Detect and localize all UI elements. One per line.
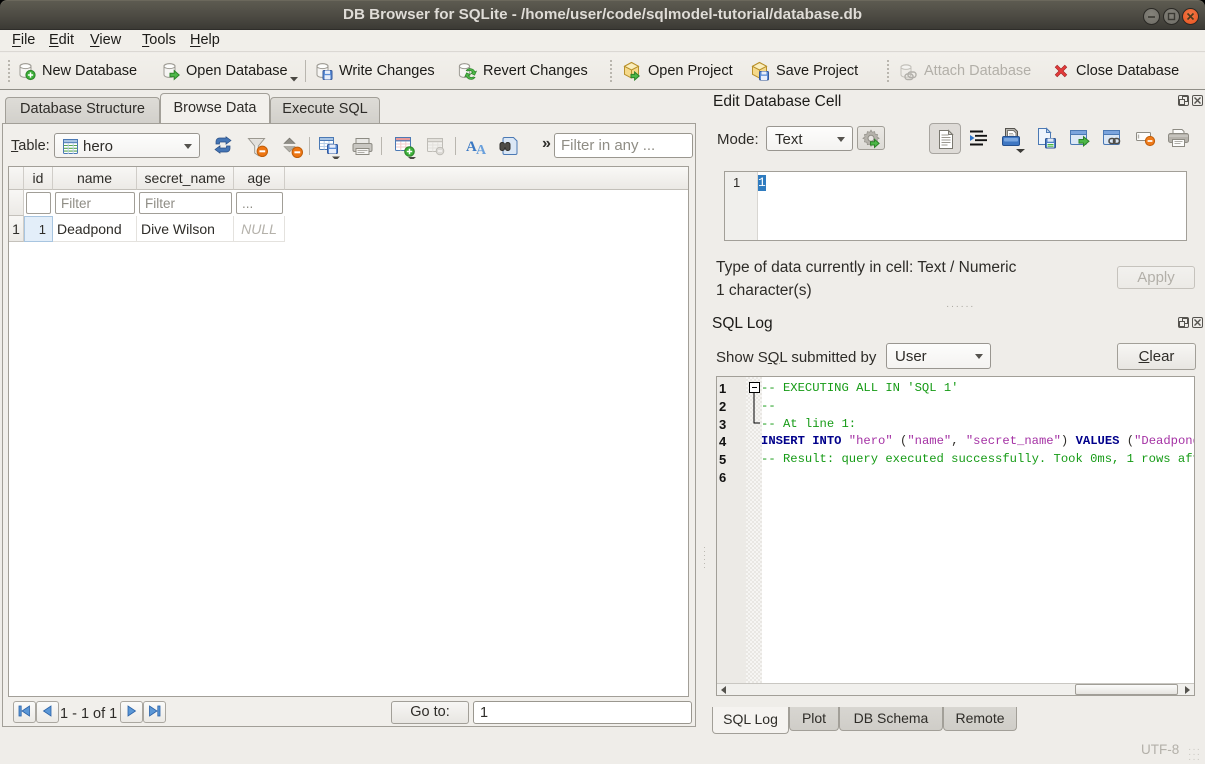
svg-text:A: A xyxy=(476,143,487,156)
